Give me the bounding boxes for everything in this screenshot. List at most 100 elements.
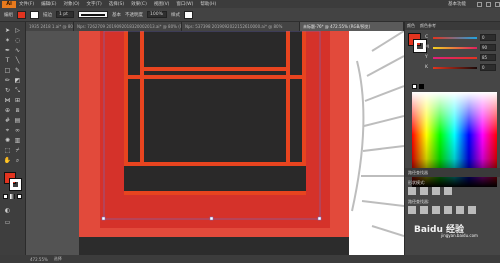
pen-tool-icon[interactable]: ✒ (3, 46, 12, 55)
tab-document-2[interactable]: Nps: 7262709 2019092018320002013.ai* @ 8… (74, 22, 182, 31)
artwork (79, 31, 404, 255)
menu-effect[interactable]: 效果(C) (131, 1, 147, 7)
tab-pathfinder[interactable]: 路径查找器 (408, 170, 428, 176)
outline-icon[interactable] (456, 206, 464, 214)
type-tool-icon[interactable]: T (3, 56, 12, 65)
lasso-tool-icon[interactable]: ◌ (13, 36, 22, 45)
bottom-band (79, 237, 349, 255)
intersect-icon[interactable] (432, 187, 440, 195)
eraser-tool-icon[interactable]: ◩ (13, 76, 22, 85)
close-icon[interactable] (495, 1, 500, 7)
pathfinder-tabbar: 路径查找器 (405, 168, 500, 177)
exclude-icon[interactable] (444, 187, 452, 195)
blend-tool-icon[interactable]: ∞ (13, 126, 22, 135)
menu-type[interactable]: 文字(T) (87, 1, 102, 7)
tab-color[interactable]: 颜色 (407, 23, 415, 29)
menu-bar: Ai 文件(F) 编辑(E) 对象(O) 文字(T) 选择(S) 效果(C) 视… (0, 0, 500, 8)
color-mode-icon[interactable] (3, 194, 8, 199)
rectangle-tool-icon[interactable]: □ (3, 66, 12, 75)
curvature-tool-icon[interactable]: ∿ (13, 46, 22, 55)
yellow-value[interactable]: 85 (480, 54, 496, 61)
perspective-tool-icon[interactable]: ⧈ (13, 106, 22, 115)
slice-tool-icon[interactable]: ⌿ (13, 146, 22, 155)
screen-mode-icon[interactable]: ▭ (3, 218, 12, 227)
divide-icon[interactable] (408, 206, 416, 214)
workspace-switcher[interactable]: 基本功能 (448, 1, 466, 7)
none-mode-icon[interactable] (17, 194, 22, 199)
menu-select[interactable]: 选择(S) (109, 1, 124, 7)
pencil-tool-icon[interactable]: ✏ (3, 76, 12, 85)
black-slider-row[interactable]: K 0 (405, 63, 500, 73)
menu-view[interactable]: 视图(V) (154, 1, 170, 7)
free-transform-tool-icon[interactable]: ⊞ (13, 96, 22, 105)
bottom-center-handle (209, 216, 214, 221)
white-swatch[interactable] (412, 84, 417, 89)
unite-icon[interactable] (408, 187, 416, 195)
yellow-slider-row[interactable]: Y 85 (405, 53, 500, 63)
bottom-right-handle (317, 216, 322, 221)
magenta-value[interactable]: 90 (480, 44, 496, 51)
scale-tool-icon[interactable]: ⤡ (13, 86, 22, 95)
black-value[interactable]: 0 (480, 64, 496, 71)
cyan-value[interactable]: 0 (480, 34, 496, 41)
menu-file[interactable]: 文件(F) (19, 1, 34, 7)
tools-panel: ➤ ▷ ✶ ◌ ✒ ∿ T ╲ □ ✎ ✏ ◩ ↻ ⤡ ⋈ ⊞ ⊕ ⧈ # ▤ … (0, 22, 26, 255)
artboard-tool-icon[interactable]: ⬚ (3, 146, 12, 155)
direct-selection-tool-icon[interactable]: ▷ (13, 26, 22, 35)
zoom-readout[interactable]: 472.55% (30, 257, 48, 262)
minus-front-icon[interactable] (420, 187, 428, 195)
fan-decoration (351, 31, 404, 237)
canvas-area[interactable] (27, 31, 404, 255)
width-tool-icon[interactable]: ⋈ (3, 96, 12, 105)
mesh-tool-icon[interactable]: # (3, 116, 12, 125)
menu-edit[interactable]: 编辑(E) (41, 1, 56, 7)
style-swatch[interactable] (184, 10, 193, 19)
document-tabs: 1935 2418 1.ai* @ 80% (RGB/预览) Nps: 7262… (26, 22, 404, 31)
stroke-swatch[interactable] (30, 10, 39, 19)
brush-preview[interactable] (78, 11, 108, 18)
selection-tool-icon[interactable]: ➤ (3, 26, 12, 35)
line-tool-icon[interactable]: ╲ (13, 56, 22, 65)
minimize-icon[interactable] (477, 1, 482, 7)
fill-swatch[interactable] (17, 10, 26, 19)
watermark-url: jingyan.baidu.com (441, 233, 478, 238)
merge-icon[interactable] (432, 206, 440, 214)
menu-help[interactable]: 帮助(H) (200, 1, 216, 7)
cyan-slider-row[interactable]: C 0 (405, 33, 500, 43)
pathfinder-label: 路径查找器: (408, 199, 430, 204)
tab-document-3[interactable]: Nps: 537398 2019092022152610000.ai* @ 80… (182, 22, 300, 31)
tab-document-1[interactable]: 1935 2418 1.ai* @ 80% (RGB/预览) (26, 22, 74, 31)
symbol-sprayer-tool-icon[interactable]: ✺ (3, 136, 12, 145)
graph-tool-icon[interactable]: ▥ (13, 136, 22, 145)
eyedropper-tool-icon[interactable]: ⌖ (3, 126, 12, 135)
zoom-tool-icon[interactable]: ⌕ (13, 156, 22, 165)
crop-icon[interactable] (444, 206, 452, 214)
magic-wand-tool-icon[interactable]: ✶ (3, 36, 12, 45)
control-bar: 编组 描边 1 pt 基本 不透明度 100% 样式 (0, 8, 500, 22)
trim-icon[interactable] (420, 206, 428, 214)
stroke-weight-field[interactable]: 1 pt (56, 11, 74, 18)
rotate-tool-icon[interactable]: ↻ (3, 86, 12, 95)
paintbrush-tool-icon[interactable]: ✎ (13, 66, 22, 75)
tab-document-active[interactable]: 未标题-76* @ 472.55% (RGB/预览) (300, 22, 404, 31)
opacity-field[interactable]: 100% (147, 11, 167, 18)
shape-builder-tool-icon[interactable]: ⊕ (3, 106, 12, 115)
shape-modes-label: 形状模式: (408, 180, 426, 185)
maximize-icon[interactable] (486, 1, 491, 7)
selection-label: 编组 (4, 12, 13, 18)
minus-back-icon[interactable] (468, 206, 476, 214)
black-swatch[interactable] (419, 84, 424, 89)
window-panel (124, 31, 306, 195)
gradient-mode-icon[interactable] (10, 194, 15, 199)
hand-tool-icon[interactable]: ✋ (3, 156, 12, 165)
app-logo: Ai (2, 0, 16, 8)
gradient-tool-icon[interactable]: ▤ (13, 116, 22, 125)
tab-color-guide[interactable]: 颜色参考 (420, 23, 436, 29)
magenta-slider-row[interactable]: M 90 (405, 43, 500, 53)
menu-window[interactable]: 窗口(W) (176, 1, 193, 7)
draw-mode-icon[interactable]: ◐ (3, 206, 12, 215)
menu-object[interactable]: 对象(O) (63, 1, 79, 7)
bottom-left-handle (101, 216, 106, 221)
stroke-label: 描边 (43, 12, 52, 18)
stroke-color-icon[interactable] (9, 178, 22, 191)
